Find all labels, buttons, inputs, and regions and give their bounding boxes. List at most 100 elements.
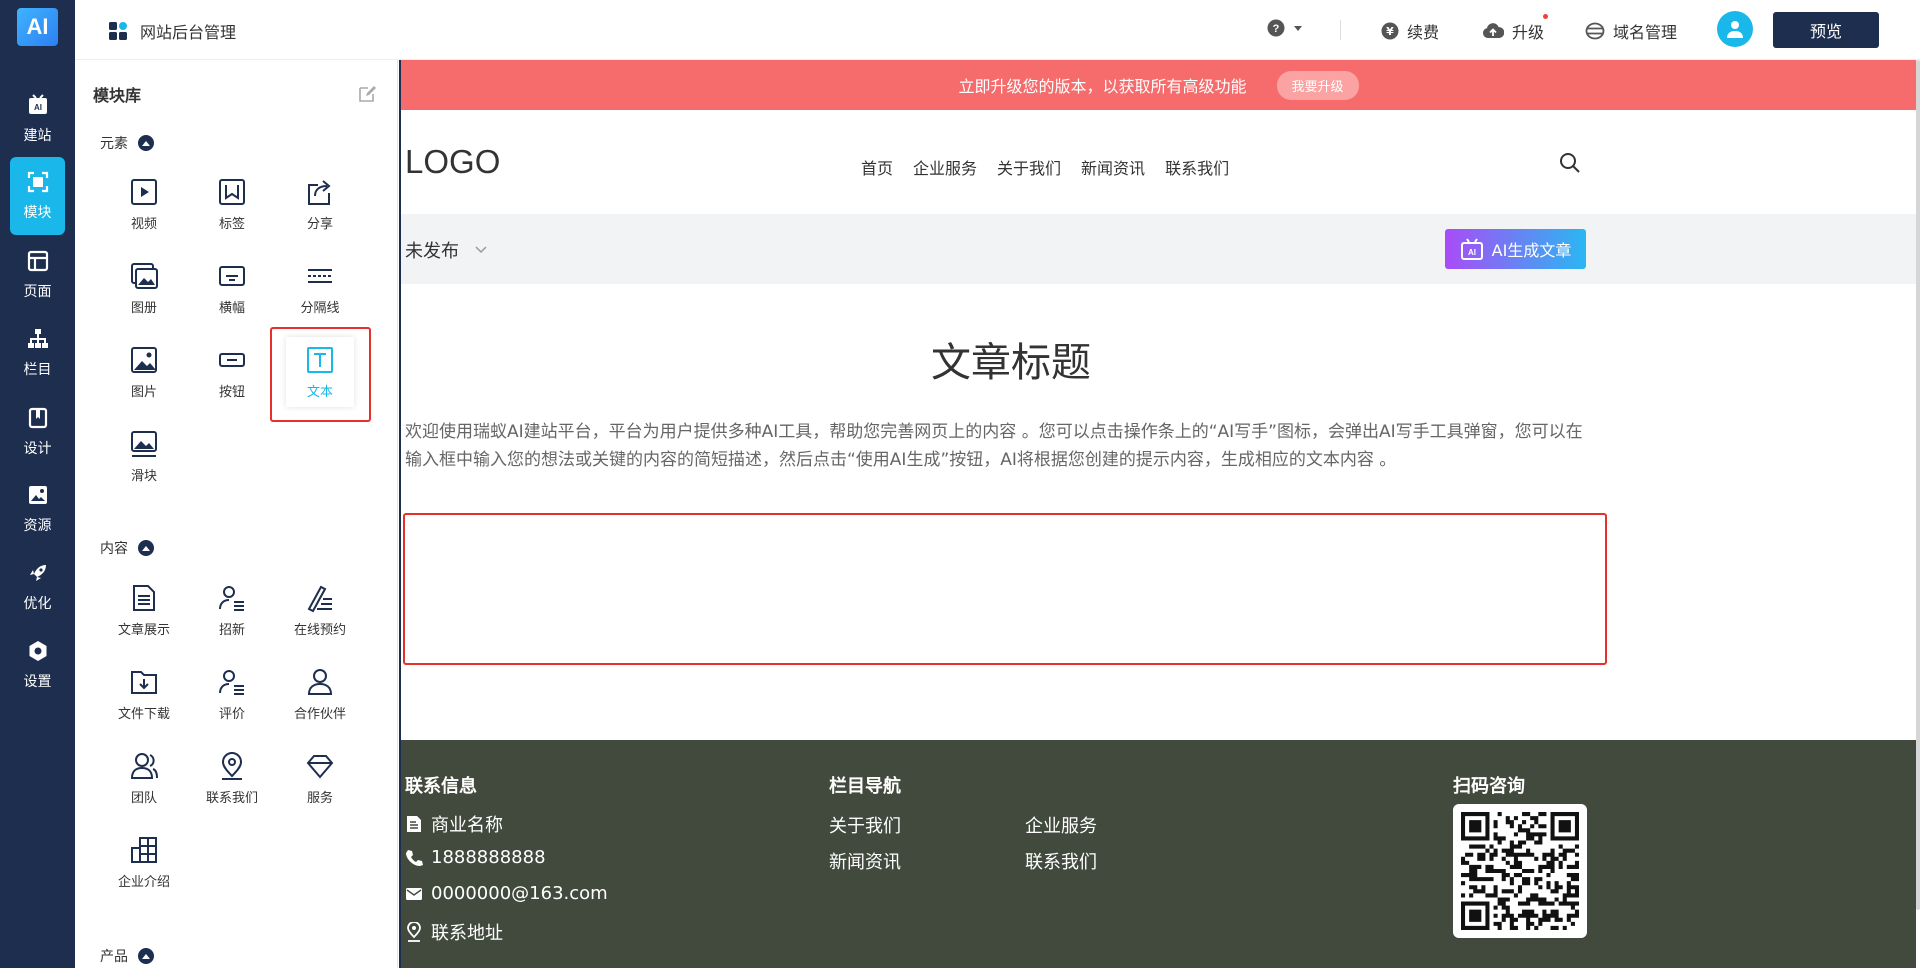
module-partners[interactable]: 合作伙伴	[276, 655, 364, 733]
footer-link-services[interactable]: 企业服务	[1025, 812, 1097, 838]
collapse-icon[interactable]	[138, 135, 154, 151]
module-label: 分隔线	[300, 300, 340, 316]
banner-upgrade-button[interactable]: 我要升级	[1276, 70, 1359, 100]
section-label: 元素	[100, 136, 128, 152]
collapse-icon[interactable]	[138, 540, 154, 556]
footer-link-news[interactable]: 新闻资讯	[829, 848, 901, 874]
sitemap-icon	[27, 329, 48, 348]
phone-number: 1888888888	[431, 847, 546, 868]
rail-item-page[interactable]: 页面	[10, 236, 65, 314]
empty-content-area-highlight[interactable]	[403, 513, 1607, 665]
slider-icon	[131, 430, 157, 457]
rail-item-optimize[interactable]: 优化	[10, 548, 65, 626]
nav-item-services[interactable]: 企业服务	[913, 155, 977, 179]
share-icon	[308, 179, 331, 205]
user-avatar[interactable]	[1717, 11, 1753, 47]
renew-button[interactable]: ¥ 续费	[1381, 19, 1439, 43]
module-team[interactable]: 团队	[100, 739, 188, 817]
notification-dot	[1543, 14, 1548, 19]
help-dropdown[interactable]: ?	[1267, 19, 1303, 37]
domain-label: 域名管理	[1613, 23, 1678, 42]
rail-item-module[interactable]: 模块	[10, 157, 65, 235]
globe-icon	[1585, 22, 1605, 40]
rail-item-column[interactable]: 栏目	[10, 314, 65, 392]
nav-item-news[interactable]: 新闻资讯	[1081, 155, 1145, 179]
search-icon[interactable]	[1558, 151, 1582, 175]
module-review[interactable]: 评价	[188, 655, 276, 733]
chevron-down-icon	[475, 246, 487, 254]
editor-canvas: 立即升级您的版本，以获取所有高级功能 我要升级 LOGO 首页 企业服务 关于我…	[399, 60, 1916, 968]
article-title[interactable]: 文章标题	[401, 330, 1621, 388]
module-share[interactable]: 分享	[276, 165, 364, 243]
qr-code	[1453, 804, 1587, 938]
settings-icon	[29, 641, 46, 661]
rocket-icon	[29, 565, 46, 581]
module-album[interactable]: 图册	[100, 249, 188, 327]
module-divider[interactable]: 分隔线	[276, 249, 364, 327]
upgrade-button[interactable]: 升级	[1482, 19, 1544, 43]
site-footer: 联系信息 商业名称 1888888888 0000000@163.com 联系地…	[401, 740, 1916, 968]
rail-item-design[interactable]: 设计	[10, 393, 65, 471]
pen-icon	[307, 585, 332, 612]
canvas-scrollbar[interactable]	[1916, 60, 1920, 910]
renew-label: 续费	[1407, 23, 1440, 42]
article-body[interactable]: 欢迎使用瑞蚁AI建站平台，平台为用户提供多种AI工具，帮助您完善网页上的内容 。…	[405, 418, 1585, 474]
nav-item-contact[interactable]: 联系我们	[1165, 155, 1229, 179]
module-button[interactable]: 按钮	[188, 333, 276, 411]
edit-icon[interactable]	[357, 84, 377, 104]
nav-item-about[interactable]: 关于我们	[997, 155, 1061, 179]
module-banner[interactable]: 横幅	[188, 249, 276, 327]
module-slider[interactable]: 滑块	[100, 417, 188, 495]
module-article-display[interactable]: 文章展示	[100, 571, 188, 649]
collapse-icon[interactable]	[138, 948, 154, 964]
rail-label: 设计	[23, 441, 52, 457]
rail-label: 建站	[23, 128, 52, 144]
svg-text:AI: AI	[34, 103, 42, 112]
module-label: 在线预约	[293, 622, 346, 638]
section-elements[interactable]: 元素	[100, 133, 154, 153]
module-service[interactable]: 服务	[276, 739, 364, 817]
top-bar: 网站后台管理 ? ¥ 续费 升级 域名管理 预览	[75, 0, 1920, 60]
rail-label: 页面	[23, 284, 52, 300]
module-panel: 模块库 元素 视频 标签 分享 图册 横幅 分隔线 图片 按钮 文本 滑块 内容…	[75, 60, 398, 968]
module-contact-us[interactable]: 联系我们	[188, 739, 276, 817]
app-logo[interactable]: AI	[17, 8, 58, 46]
rail-item-settings[interactable]: 设置	[10, 626, 65, 704]
footer-link-contact[interactable]: 联系我们	[1025, 848, 1097, 874]
module-label: 图片	[130, 384, 157, 400]
site-logo[interactable]: LOGO	[405, 143, 500, 181]
module-label: 服务	[306, 790, 333, 806]
company-name: 商业名称	[431, 815, 503, 836]
left-nav-rail: AI AI 建站 模块 页面 栏目 设计 资源 优化 设置	[0, 0, 75, 968]
module-tag[interactable]: 标签	[188, 165, 276, 243]
phone-icon	[406, 849, 423, 866]
yen-icon: ¥	[1381, 22, 1399, 40]
module-label: 图册	[130, 300, 157, 316]
module-video[interactable]: 视频	[100, 165, 188, 243]
design-icon	[28, 407, 47, 429]
footer-email: 0000000@163.com	[405, 883, 608, 904]
rail-item-build[interactable]: AI 建站	[10, 80, 65, 158]
module-label: 文件下载	[117, 706, 170, 722]
article-icon	[133, 584, 155, 611]
module-icon	[27, 171, 48, 193]
module-label: 企业介绍	[117, 874, 170, 890]
module-company-intro[interactable]: 企业介绍	[100, 823, 188, 901]
mail-icon	[406, 887, 422, 900]
module-recruit[interactable]: 招新	[188, 571, 276, 649]
nav-item-home[interactable]: 首页	[861, 155, 893, 179]
footer-link-about[interactable]: 关于我们	[829, 812, 901, 838]
rail-label: 模块	[23, 205, 52, 221]
module-online-booking[interactable]: 在线预约	[276, 571, 364, 649]
module-label: 视频	[130, 216, 157, 232]
domain-manage-button[interactable]: 域名管理	[1585, 19, 1677, 43]
ai-generate-article-button[interactable]: AI AI生成文章	[1445, 229, 1586, 269]
rail-item-resource[interactable]: 资源	[10, 470, 65, 548]
location-pin-icon	[407, 922, 421, 942]
module-image[interactable]: 图片	[100, 333, 188, 411]
section-products[interactable]: 产品	[100, 946, 154, 966]
section-content[interactable]: 内容	[100, 538, 154, 558]
publish-status-select[interactable]: 未发布	[405, 237, 487, 263]
module-file-download[interactable]: 文件下载	[100, 655, 188, 733]
preview-button[interactable]: 预览	[1773, 12, 1879, 48]
